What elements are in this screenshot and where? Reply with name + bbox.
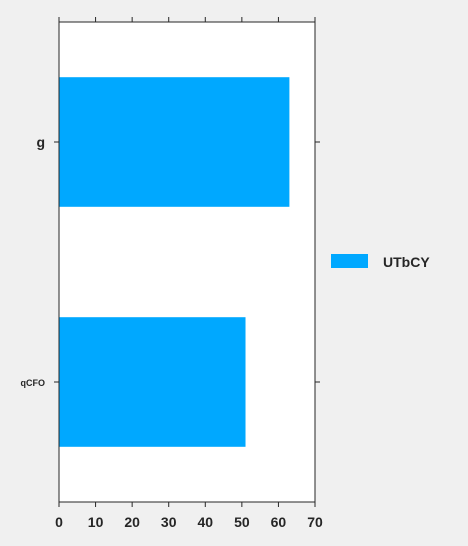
bar-g	[59, 77, 290, 207]
x-tick-label: 60	[271, 514, 287, 530]
x-tick-label: 10	[88, 514, 104, 530]
legend-label: UTbCY	[383, 254, 430, 270]
legend-swatch	[331, 254, 368, 268]
x-tick-label: 50	[234, 514, 250, 530]
bar-qCFO	[59, 317, 246, 447]
x-tick-label: 70	[307, 514, 323, 530]
y-tick-label: g	[36, 134, 45, 150]
legend: UTbCY	[331, 254, 430, 270]
x-tick-label: 20	[124, 514, 140, 530]
y-tick-label: qCFO	[21, 378, 46, 388]
x-tick-label: 0	[55, 514, 63, 530]
x-tick-label: 30	[161, 514, 177, 530]
x-tick-label: 40	[197, 514, 213, 530]
chart: g qCFO 0 10 20 30 40 50 60 70 UTbCY	[21, 17, 430, 530]
